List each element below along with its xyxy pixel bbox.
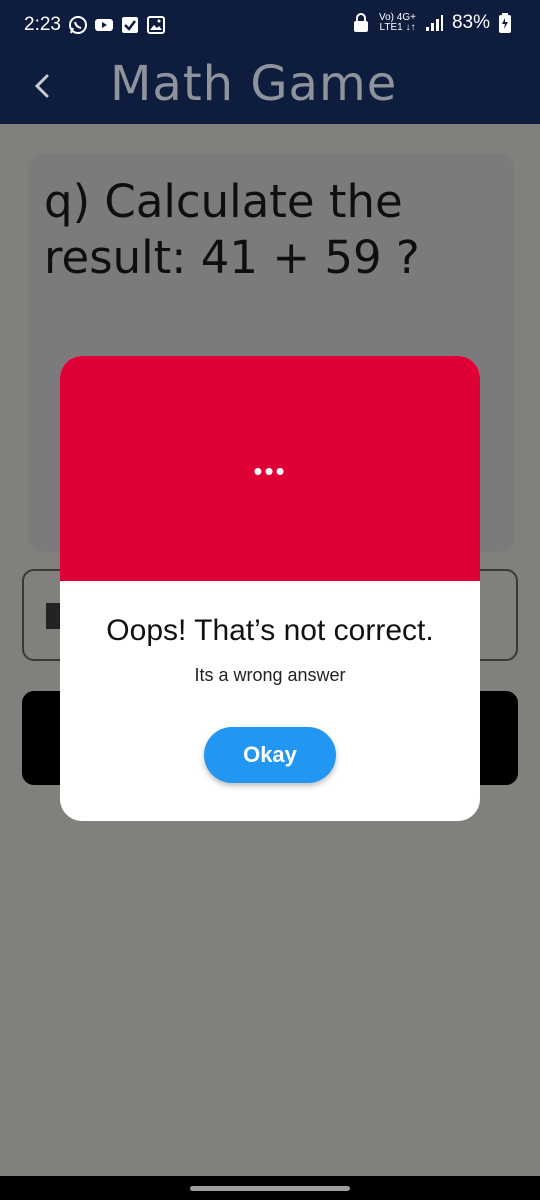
network-bottom: LTE1 ↓↑: [379, 22, 416, 33]
checkbox-icon: [120, 15, 140, 35]
navigation-bar: [0, 1176, 540, 1200]
home-indicator[interactable]: [190, 1186, 350, 1191]
network-indicator: Vo) 4G+ LTE1 ↓↑: [379, 13, 416, 33]
chevron-left-icon: [34, 74, 49, 98]
dots-icon: •••: [253, 456, 287, 486]
result-dialog: ••• Oops! That’s not correct. Its a wron…: [60, 356, 480, 821]
notification-icons: [68, 15, 166, 35]
status-time: 2:23: [24, 14, 61, 35]
okay-button[interactable]: Okay: [204, 727, 336, 783]
youtube-icon: [94, 15, 114, 35]
dialog-header: •••: [60, 356, 480, 581]
signal-icon: [424, 13, 444, 33]
lock-icon: [351, 13, 371, 33]
status-bar: 2:23 Vo) 4G+ LTE1 ↓↑ 83%: [0, 0, 540, 52]
app-bar: Math Game: [0, 52, 540, 124]
dialog-title: Oops! That’s not correct.: [106, 614, 434, 647]
page-title: Math Game: [110, 56, 398, 112]
battery-icon: [498, 13, 518, 33]
whatsapp-icon: [68, 15, 88, 35]
battery-percent: 83%: [451, 12, 490, 33]
dialog-message: Its a wrong answer: [194, 665, 346, 685]
back-button[interactable]: [22, 66, 62, 106]
gallery-icon: [146, 15, 166, 35]
status-right-group: Vo) 4G+ LTE1 ↓↑ 83%: [351, 12, 518, 34]
